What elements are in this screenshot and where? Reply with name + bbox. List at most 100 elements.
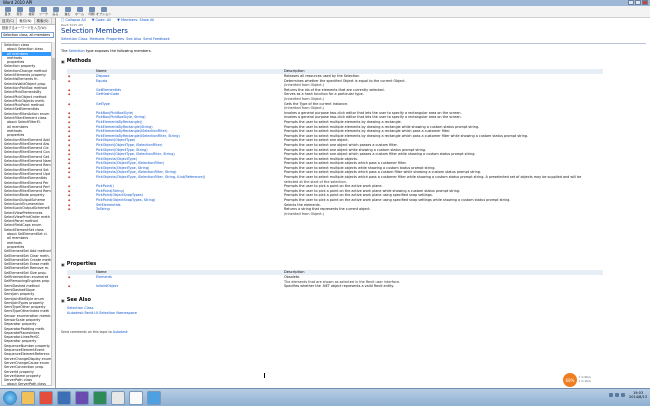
toolbar-button-label: ツーク xyxy=(38,12,48,16)
header-link[interactable]: Methods xyxy=(89,37,104,41)
method-icon: ◆ xyxy=(68,92,71,97)
toolbar-button[interactable]: ホーム xyxy=(74,7,85,16)
nav-tab[interactable]: 検索(S) xyxy=(35,18,52,24)
member-link[interactable]: PickObjects(ObjectType, ISelectionFilter… xyxy=(95,175,283,184)
inherited-note: (Inherited from Object.) xyxy=(284,211,325,216)
start-button[interactable] xyxy=(3,390,17,405)
clock-date: 2014/8/13 xyxy=(629,395,647,399)
nav-tab[interactable]: 目次(C) xyxy=(0,18,18,24)
feedback-footer: Send comments on this topic to Autodesk xyxy=(61,330,128,334)
table-row: ◆ GetType Gets the Type of the current ins… xyxy=(67,102,603,111)
member-link[interactable]: GetType xyxy=(95,102,283,111)
minimize-button[interactable] xyxy=(628,0,634,5)
see-also-heading[interactable]: ▣ See Also xyxy=(61,297,91,303)
intro-link[interactable]: Selection xyxy=(69,49,85,53)
player-taskbar-icon[interactable] xyxy=(39,390,53,405)
browser-taskbar-icon[interactable] xyxy=(57,390,71,405)
header-link[interactable]: Selection Class xyxy=(61,37,87,41)
close-button[interactable] xyxy=(642,0,648,5)
scrollbar-thumb[interactable] xyxy=(52,58,55,80)
navigation-pane: 目次(C) 索引(N) 検索(S) 検索するキーワードを入力(W): Selecti… xyxy=(0,18,56,388)
page-header: Revit 2015 API Selection Members Selecti… xyxy=(61,23,646,41)
table-row: ◆ PickObjects(ObjectType, ISelectionFilte… xyxy=(67,175,603,184)
method-icon: ◆ xyxy=(68,175,71,180)
member-description: Gets the Type of the current instance. (I… xyxy=(283,102,603,111)
feedback-link[interactable]: Autodesk xyxy=(113,330,128,334)
toolbar-button[interactable]: 検索 xyxy=(26,7,37,16)
network-icon[interactable] xyxy=(609,393,614,397)
table-row: ◆ GetHashCode Serves as a hash function fo… xyxy=(67,92,603,101)
system-tray: 19:03 2014/8/13 xyxy=(609,391,647,399)
intro-text: The Selection type exposes the following… xyxy=(61,49,152,53)
toolbar-button-label: 印刷 xyxy=(88,12,95,16)
keyword-search-input[interactable]: Selection class, all members xyxy=(1,32,54,38)
header-link[interactable]: Send Feedback xyxy=(143,37,170,41)
properties-table: Name Description ◆ Elements Obsolete. The ele… xyxy=(67,270,603,289)
header-link[interactable]: Properties xyxy=(106,37,124,41)
app-taskbar-icon[interactable] xyxy=(93,390,107,405)
method-icon: ◆ xyxy=(68,78,71,83)
intro-prefix: The xyxy=(61,49,69,53)
explorer-taskbar-icon[interactable] xyxy=(21,390,35,405)
method-icon: ◆ xyxy=(68,101,71,106)
toolbar-button-label: 索引 xyxy=(16,12,23,16)
properties-heading-label: Properties xyxy=(66,261,97,267)
index-list-item[interactable]: SelfRemovingEngines prop xyxy=(2,279,51,283)
member-description: Serves as a hash function for a particul… xyxy=(283,92,603,101)
methods-heading[interactable]: ▣ Methods xyxy=(61,58,91,64)
network-monitor-widget[interactable]: 68% ↑ 0.9K/s ↓ 0.1K/s xyxy=(563,373,599,387)
property-icon: ◆ xyxy=(68,275,71,279)
index-list-item[interactable]: SelectionFilterElement Rem xyxy=(2,163,51,167)
toolbar-button[interactable]: 進む xyxy=(62,7,73,16)
intro-suffix: type exposes the following members. xyxy=(84,49,152,53)
index-list-item[interactable]: SelectionFilterElementIds xyxy=(2,176,51,180)
toolbar-button[interactable]: オプション xyxy=(96,7,111,16)
toolbar-button[interactable]: 戻る xyxy=(50,7,61,16)
footer-prefix: Send comments on this topic to xyxy=(61,330,113,334)
nav-tab[interactable]: 索引(N) xyxy=(17,18,35,24)
properties-heading[interactable]: ▣ Properties xyxy=(61,261,96,267)
member-link[interactable]: IsValidObject xyxy=(95,284,283,289)
toolbar-button[interactable]: ツーク xyxy=(38,7,49,16)
help-viewer-taskbar-icon[interactable] xyxy=(129,390,143,405)
table-row: ◆ ToString Returns a string that represent… xyxy=(67,207,603,216)
member-link[interactable]: Equals xyxy=(95,79,283,88)
methods-heading-label: Methods xyxy=(66,58,92,64)
header-divider xyxy=(61,43,646,44)
property-icon: ◆ xyxy=(68,284,71,289)
toolbar-button[interactable]: 索引 xyxy=(14,7,25,16)
toolbar: 目次 索引 検索 ツーク 戻る 進む ホーム 印刷 オプション xyxy=(0,6,650,18)
table-row: ◆ Elements Obsolete. The elements that are … xyxy=(67,275,603,284)
download-rate: ↓ 0.1K/s xyxy=(578,378,591,383)
member-link[interactable]: GetHashCode xyxy=(95,92,283,101)
notepad-taskbar-icon[interactable] xyxy=(111,390,125,405)
index-list-item[interactable]: about ServerPath class xyxy=(2,382,51,385)
collapse-triangle-icon: ▣ xyxy=(61,261,65,267)
content-pane: □ Collapse All ▼ Code: All ▼ Members: Show… xyxy=(57,18,650,388)
index-list-item[interactable]: SelElementSet Add method xyxy=(2,249,51,253)
maximize-button[interactable] xyxy=(635,0,641,5)
see-also-links: Selection Class Autodesk.Revit.UI.Selecti… xyxy=(67,306,137,316)
see-also-heading-label: See Also xyxy=(66,297,91,303)
revit-taskbar-icon[interactable] xyxy=(147,390,161,405)
help-window: Word 2010 API 目次 索引 検索 ツーク 戻る 進む ホーム 印刷 オプション 目次… xyxy=(0,0,650,406)
index-scrollbar[interactable] xyxy=(52,42,55,386)
header-link[interactable]: See Also xyxy=(126,37,141,41)
see-also-link[interactable]: Autodesk.Revit.UI.Selection Namespace xyxy=(67,311,137,316)
collapse-triangle-icon: ▣ xyxy=(61,297,65,303)
volume-icon[interactable] xyxy=(615,393,620,397)
member-description: Returns a string that represents the cur… xyxy=(283,207,603,216)
ime-icon[interactable] xyxy=(621,393,626,397)
member-link[interactable]: ToString xyxy=(95,207,283,216)
table-row: ◆ IsValidObject Specifies whether the .NET… xyxy=(67,284,603,289)
visual-studio-taskbar-icon[interactable] xyxy=(75,390,89,405)
toolbar-button-label: 戻る xyxy=(52,12,59,16)
method-icon: ◆ xyxy=(68,207,71,212)
toolbar-button[interactable]: 目次 xyxy=(2,7,13,16)
monitor-badge[interactable]: 68% xyxy=(563,373,577,387)
text-cursor xyxy=(264,373,266,378)
index-list-item[interactable]: ServerConnection prop. xyxy=(2,365,51,369)
index-list-item[interactable]: SelectLockOutputSchemeE xyxy=(2,206,51,210)
clock[interactable]: 19:03 2014/8/13 xyxy=(629,391,647,399)
member-link[interactable]: Elements xyxy=(95,275,283,284)
